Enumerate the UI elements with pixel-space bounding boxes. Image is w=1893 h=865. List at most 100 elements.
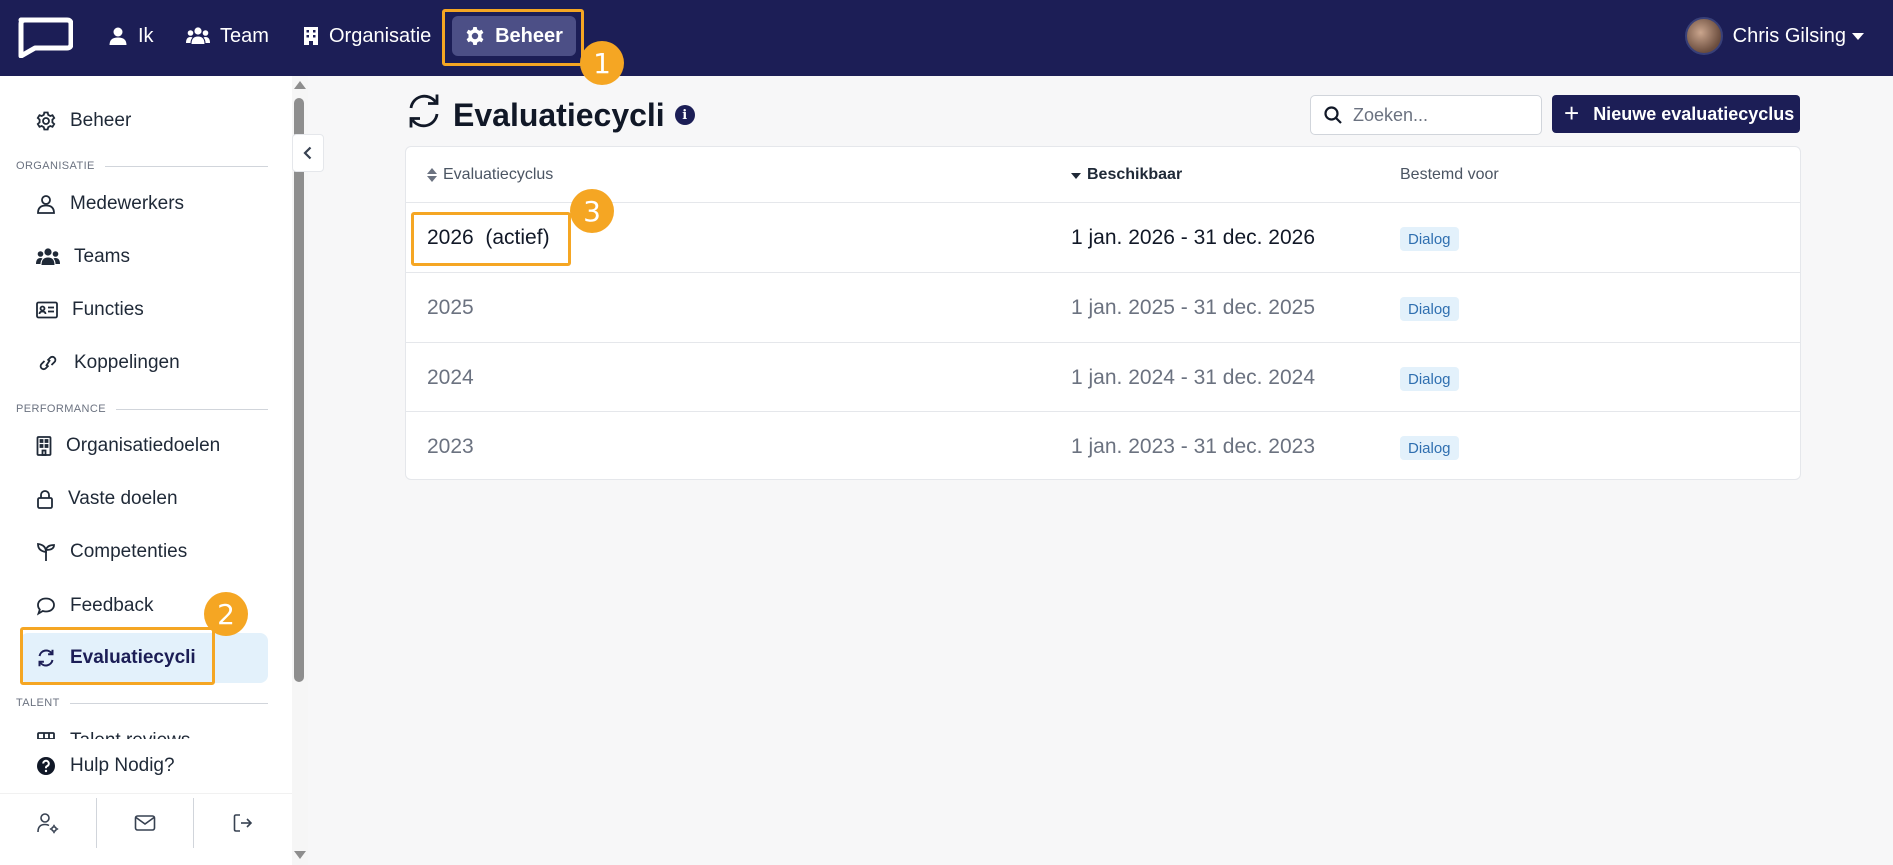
seedling-icon: [37, 542, 55, 561]
nav-item-organisatie[interactable]: Organisatie: [303, 16, 431, 56]
gear-icon: [36, 111, 56, 131]
sidebar-item-functies[interactable]: Functies: [20, 285, 268, 335]
search-icon: [1324, 106, 1342, 124]
column-header-cycle[interactable]: Evaluatiecyclus: [427, 147, 553, 202]
help-link[interactable]: Hulp Nodig?: [20, 741, 268, 791]
user-icon: [37, 195, 55, 214]
page-header: Evaluatiecycli i: [405, 92, 695, 138]
availability-range: 1 jan. 2025 - 31 dec. 2025: [1071, 296, 1316, 319]
availability-range: 1 jan. 2026 - 31 dec. 2026: [1071, 226, 1316, 249]
help-label: Hulp Nodig?: [70, 755, 175, 776]
nav-item-ik[interactable]: Ik: [108, 16, 154, 56]
top-navbar: Ik Team Organisatie Beheer Chris Gilsing: [0, 0, 1893, 76]
chevron-left-icon: [303, 146, 312, 160]
scroll-up-arrow-icon[interactable]: [294, 81, 306, 89]
sidebar-item-label: Medewerkers: [70, 193, 185, 214]
cycle-name[interactable]: 2025: [427, 273, 474, 343]
sidebar-item-label: Functies: [72, 299, 144, 320]
status-badge: Dialog: [1400, 436, 1459, 460]
nav-item-label: Team: [220, 24, 269, 47]
users-icon: [36, 248, 60, 265]
sidebar-item-competenties[interactable]: Competenties: [20, 527, 268, 577]
nav-item-label: Organisatie: [329, 24, 432, 47]
sort-desc-icon: [1071, 173, 1081, 179]
status-badge: Dialog: [1400, 367, 1459, 391]
info-icon[interactable]: i: [674, 105, 695, 125]
sidebar: Beheer ORGANISATIE Medewerkers Teams Fun…: [0, 76, 308, 865]
lock-icon: [37, 490, 53, 509]
user-menu[interactable]: Chris Gilsing: [1684, 15, 1864, 57]
table-row[interactable]: 2024 1 jan. 2024 - 31 dec. 2024 Dialog: [406, 342, 1800, 412]
column-header-available[interactable]: Beschikbaar: [1071, 147, 1182, 202]
cycle-name[interactable]: 2023: [427, 412, 474, 482]
sidebar-item-teams[interactable]: Teams: [20, 232, 268, 282]
table-row[interactable]: 2026 (actief) 1 jan. 2026 - 31 dec. 2026…: [406, 202, 1800, 272]
cycle-name[interactable]: 2024: [427, 343, 474, 413]
new-evaluation-cycle-button[interactable]: + Nieuwe evaluatiecyclus: [1552, 95, 1800, 133]
sidebar-bottom-actions: [0, 798, 292, 858]
building-icon: [36, 436, 52, 456]
id-card-icon: [36, 301, 58, 319]
scroll-down-arrow-icon[interactable]: [294, 851, 306, 859]
plus-icon: +: [1564, 97, 1580, 128]
sidebar-item-label: Competenties: [70, 541, 188, 562]
sidebar-item-label: Koppelingen: [74, 352, 180, 373]
page-title: Evaluatiecycli: [453, 96, 665, 133]
section-label-talent: TALENT: [16, 697, 268, 709]
user-gear-icon: [37, 813, 59, 834]
evaluation-cycles-table: Evaluatiecyclus Beschikbaar Bestemd voor…: [405, 146, 1801, 480]
link-icon: [39, 355, 57, 371]
column-header-label: Evaluatiecyclus: [443, 165, 554, 183]
status-badge: Dialog: [1400, 227, 1459, 251]
sidebar-item-label: Feedback: [70, 595, 154, 616]
sidebar-item-label: Teams: [74, 246, 130, 267]
sidebar-item-organisatiedoelen[interactable]: Organisatiedoelen: [20, 421, 268, 471]
nav-item-team[interactable]: Team: [186, 16, 269, 56]
highlight-box-evaluatiecycli: [20, 627, 215, 685]
sidebar-collapse-button[interactable]: [292, 134, 324, 172]
availability-range: 1 jan. 2024 - 31 dec. 2024: [1071, 366, 1316, 389]
sidebar-item-koppelingen[interactable]: Koppelingen: [20, 338, 268, 388]
user-icon: [109, 27, 127, 45]
section-label-organisatie: ORGANISATIE: [16, 160, 268, 172]
new-button-label: Nieuwe evaluatiecyclus: [1593, 103, 1795, 124]
avatar: [1684, 17, 1723, 55]
highlight-box-active-cycle: [411, 212, 571, 266]
column-header-intended[interactable]: Bestemd voor: [1400, 147, 1499, 202]
logout-icon: [233, 814, 252, 832]
user-name: Chris Gilsing: [1732, 24, 1846, 47]
sort-icon: [427, 167, 437, 182]
sidebar-item-label: Organisatiedoelen: [66, 435, 221, 456]
annotation-number: 1: [580, 41, 624, 85]
availability-range: 1 jan. 2023 - 31 dec. 2023: [1071, 435, 1316, 458]
app-logo-icon[interactable]: [15, 16, 73, 58]
envelope-icon: [134, 815, 156, 831]
sidebar-item-vaste-doelen[interactable]: Vaste doelen: [20, 474, 268, 524]
logout-button[interactable]: [194, 798, 291, 848]
section-label-performance: PERFORMANCE: [16, 403, 268, 415]
status-badge: Dialog: [1400, 297, 1459, 321]
divider: [0, 793, 292, 794]
sidebar-item-label: Beheer: [70, 110, 132, 131]
chevron-down-icon: [1852, 32, 1864, 40]
nav-item-label: Ik: [138, 24, 154, 47]
search-input[interactable]: [1353, 104, 1523, 126]
refresh-icon: [405, 92, 443, 138]
table-row[interactable]: 2023 1 jan. 2023 - 31 dec. 2023 Dialog: [406, 411, 1800, 481]
sidebar-item-beheer[interactable]: Beheer: [20, 96, 268, 146]
users-icon: [186, 27, 210, 44]
scrollbar-thumb[interactable]: [294, 98, 304, 682]
question-circle-icon: [37, 757, 55, 775]
user-settings-button[interactable]: [0, 798, 97, 848]
building-icon: [304, 27, 318, 45]
sidebar-item-label: Vaste doelen: [68, 488, 178, 509]
column-header-label: Bestemd voor: [1400, 165, 1499, 183]
sidebar-item-medewerkers[interactable]: Medewerkers: [20, 179, 268, 229]
highlight-box-beheer: [442, 9, 584, 66]
annotation-number: 2: [204, 592, 248, 636]
chat-bubble-icon: [36, 597, 55, 616]
table-row[interactable]: 2025 1 jan. 2025 - 31 dec. 2025 Dialog: [406, 272, 1800, 342]
annotation-number: 3: [570, 189, 614, 233]
mail-button[interactable]: [97, 798, 194, 848]
search-box[interactable]: [1310, 95, 1542, 135]
